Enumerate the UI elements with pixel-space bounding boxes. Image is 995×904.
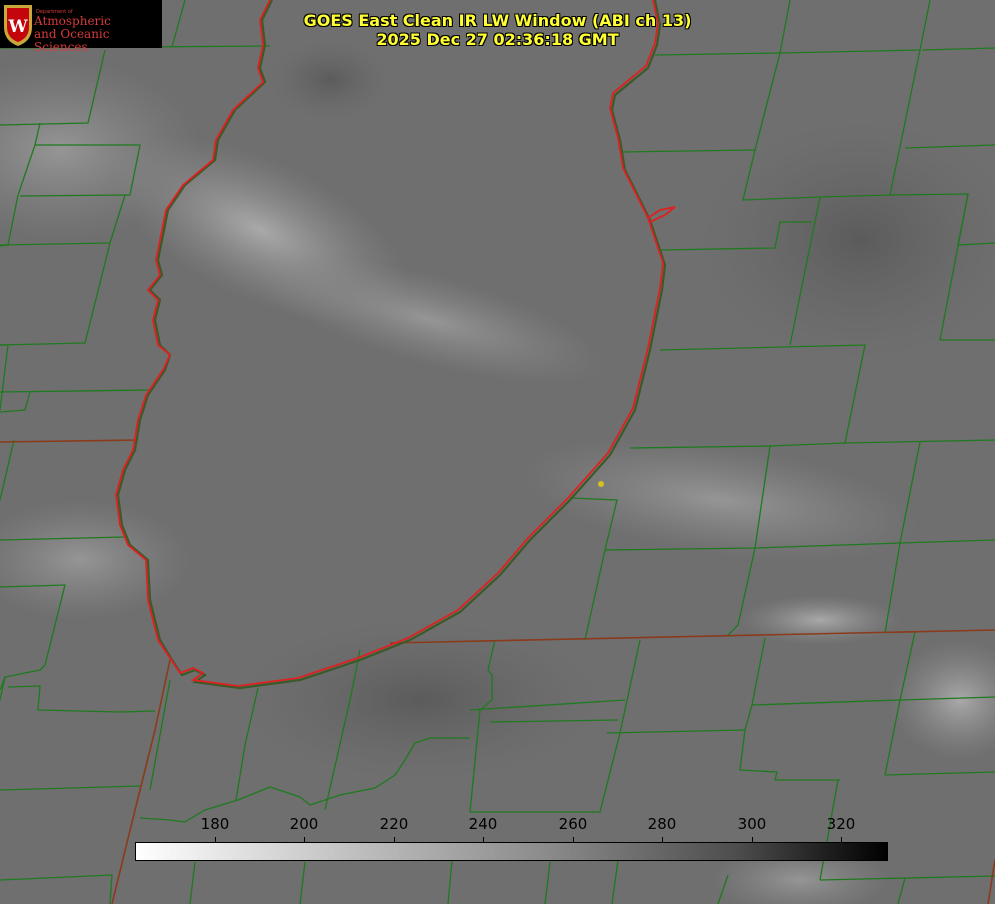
colorbar-tick-label: 280 bbox=[647, 815, 677, 833]
logo-line2: and Oceanic Sciences bbox=[34, 27, 110, 54]
ir-imagery bbox=[0, 0, 995, 904]
colorbar-tick-label: 200 bbox=[289, 815, 319, 833]
colorbar-tick-label: 240 bbox=[468, 815, 498, 833]
colorbar-tick-label: 320 bbox=[826, 815, 856, 833]
colorbar-tick-label: 260 bbox=[558, 815, 588, 833]
image-timestamp: 2025 Dec 27 02:36:18 GMT bbox=[376, 30, 619, 49]
colorbar-tick-label: 300 bbox=[737, 815, 767, 833]
colorbar-tick-label: 180 bbox=[200, 815, 230, 833]
image-title: GOES East Clean IR LW Window (ABI ch 13) bbox=[303, 11, 692, 30]
site-marker bbox=[598, 481, 604, 487]
satellite-map bbox=[0, 0, 995, 904]
uw-aos-logo: W Department of Atmospheric and Oceanic … bbox=[0, 0, 162, 54]
uw-crest-icon: W bbox=[4, 5, 32, 46]
colorbar-tick-label: 220 bbox=[379, 815, 409, 833]
crest-letter: W bbox=[7, 17, 28, 37]
colorbar-gradient bbox=[135, 842, 888, 861]
